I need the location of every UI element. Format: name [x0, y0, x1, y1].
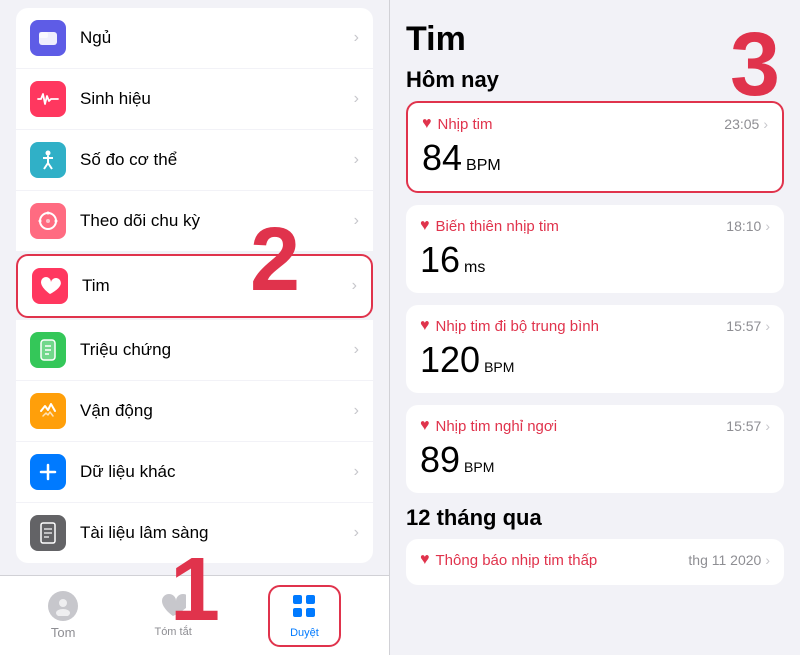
sleep-icon — [30, 20, 66, 56]
heart-tab-icon — [160, 594, 186, 624]
menu-item-tai-lieu[interactable]: Tài liệu lâm sàng › — [16, 503, 373, 563]
chevron-trieu-chung: › — [354, 341, 359, 359]
menu-item-so-do[interactable]: Số đo cơ thể › — [16, 130, 373, 191]
vitals-icon — [30, 81, 66, 117]
chevron-thong-bao: › — [765, 552, 770, 568]
chevron-nhip-tim-nghi: › — [765, 418, 770, 434]
card-nhip-tim-nghi[interactable]: ♥ Nhịp tim nghỉ ngơi 15:57 › 89BPM — [406, 405, 784, 493]
menu-label-ngu: Ngủ — [80, 28, 354, 48]
tab-label-tomtat: Tóm tắt — [154, 626, 191, 638]
tab-item-tom[interactable]: Tom — [48, 591, 78, 640]
card-title-bien-thien: Biến thiên nhịp tim — [436, 218, 559, 235]
card-bien-thien[interactable]: ♥ Biến thiên nhịp tim 18:10 › 16ms — [406, 205, 784, 293]
card-header-thong-bao: ♥ Thông báo nhịp tim thấp thg 11 2020 › — [420, 551, 770, 569]
menu-item-trieu-chung[interactable]: Triệu chứng › — [16, 320, 373, 381]
card-header-bien-thien: ♥ Biến thiên nhịp tim 18:10 › — [420, 217, 770, 235]
tab-bar: Tom Tóm tắt Duyệt — [0, 575, 389, 655]
chevron-theo-doi: › — [354, 212, 359, 230]
card-unit-bien-thien: ms — [464, 259, 485, 276]
heart-icon-nhip-tim-di-bo: ♥ — [420, 317, 430, 335]
card-title-thong-bao: Thông báo nhịp tim thấp — [436, 552, 598, 569]
card-time-bien-thien: 18:10 — [726, 218, 761, 234]
card-time-thong-bao: thg 11 2020 — [688, 552, 761, 568]
card-unit-nhip-tim: BPM — [466, 157, 501, 174]
chevron-tai-lieu: › — [354, 524, 359, 542]
tab-item-tomtat[interactable]: Tóm tắt — [134, 588, 211, 644]
card-thong-bao[interactable]: ♥ Thông báo nhịp tim thấp thg 11 2020 › — [406, 539, 784, 585]
chevron-ngu: › — [354, 29, 359, 47]
docs-icon — [30, 515, 66, 551]
body-icon — [30, 142, 66, 178]
card-title-nhip-tim: Nhịp tim — [438, 116, 493, 133]
menu-label-tim: Tim — [82, 276, 352, 296]
menu-item-du-lieu[interactable]: Dữ liệu khác › — [16, 442, 373, 503]
chevron-du-lieu: › — [354, 463, 359, 481]
card-header-nhip-tim-nghi: ♥ Nhịp tim nghỉ ngơi 15:57 › — [420, 417, 770, 435]
card-value-bien-thien: 16ms — [420, 239, 770, 281]
activity-icon — [30, 393, 66, 429]
menu-label-so-do: Số đo cơ thể — [80, 150, 354, 170]
tab-item-duyet[interactable]: Duyệt — [268, 585, 341, 647]
card-unit-nhip-tim-nghi: BPM — [464, 459, 494, 475]
menu-label-theo-doi: Theo dõi chu kỳ — [80, 211, 354, 231]
card-nhip-tim[interactable]: ♥ Nhịp tim 23:05 › 84BPM — [406, 101, 784, 193]
menu-group-main: Ngủ › Sinh hiệu › — [0, 8, 389, 563]
tab-label-duyet: Duyệt — [290, 627, 319, 639]
chevron-van-dong: › — [354, 402, 359, 420]
section-today: Hôm nay — [406, 67, 784, 93]
card-title-row-nhip-tim: ♥ Nhịp tim — [422, 115, 493, 133]
card-title-row-nhip-tim-di-bo: ♥ Nhịp tim đi bộ trung bình — [420, 317, 599, 335]
tom-label: Tom — [51, 625, 76, 640]
menu-label-tai-lieu: Tài liệu lâm sàng — [80, 523, 354, 543]
heart-icon-bien-thien: ♥ — [420, 217, 430, 235]
menu-label-trieu-chung: Triệu chứng — [80, 340, 354, 360]
card-unit-nhip-tim-di-bo: BPM — [484, 359, 514, 375]
menu-item-tim[interactable]: Tim › — [16, 254, 373, 318]
menu-item-sinh-hieu[interactable]: Sinh hiệu › — [16, 69, 373, 130]
grid-tab-icon — [291, 593, 317, 625]
chevron-bien-thien: › — [765, 218, 770, 234]
symptoms-icon — [30, 332, 66, 368]
menu-label-sinh-hieu: Sinh hiệu — [80, 89, 354, 109]
card-time-nhip-tim-di-bo: 15:57 — [726, 318, 761, 334]
menu-item-ngu[interactable]: Ngủ › — [16, 8, 373, 69]
card-header-nhip-tim: ♥ Nhịp tim 23:05 › — [422, 115, 768, 133]
chevron-so-do: › — [354, 151, 359, 169]
heart-icon-nhip-tim-nghi: ♥ — [420, 417, 430, 435]
left-panel: Ngủ › Sinh hiệu › — [0, 0, 390, 655]
menu-item-van-dong[interactable]: Vận động › — [16, 381, 373, 442]
heart-icon-nhip-tim: ♥ — [422, 115, 432, 133]
card-time-nhip-tim-nghi: 15:57 — [726, 418, 761, 434]
right-panel: 3 Tim Hôm nay ♥ Nhịp tim 23:05 › 84BPM ♥… — [390, 0, 800, 655]
card-header-nhip-tim-di-bo: ♥ Nhịp tim đi bộ trung bình 15:57 › — [420, 317, 770, 335]
page-title: Tim — [406, 20, 784, 59]
chevron-sinh-hieu: › — [354, 90, 359, 108]
menu-item-theo-doi[interactable]: Theo dõi chu kỳ › — [16, 191, 373, 252]
menu-label-du-lieu: Dữ liệu khác — [80, 462, 354, 482]
card-title-row-nhip-tim-nghi: ♥ Nhịp tim nghỉ ngơi — [420, 417, 557, 435]
other-data-icon — [30, 454, 66, 490]
heart-icon-thong-bao: ♥ — [420, 551, 430, 569]
card-title-nhip-tim-nghi: Nhịp tim nghỉ ngơi — [436, 418, 558, 435]
card-value-nhip-tim: 84BPM — [422, 137, 768, 179]
avatar — [48, 591, 78, 621]
menu-list: Ngủ › Sinh hiệu › — [0, 0, 389, 575]
chevron-nhip-tim-di-bo: › — [765, 318, 770, 334]
card-value-nhip-tim-nghi: 89BPM — [420, 439, 770, 481]
card-time-nhip-tim: 23:05 — [724, 116, 759, 132]
chevron-nhip-tim: › — [763, 116, 768, 132]
menu-label-van-dong: Vận động — [80, 401, 354, 421]
card-title-nhip-tim-di-bo: Nhịp tim đi bộ trung bình — [436, 318, 599, 335]
card-title-row-thong-bao: ♥ Thông báo nhịp tim thấp — [420, 551, 597, 569]
cycle-icon — [30, 203, 66, 239]
card-title-row-bien-thien: ♥ Biến thiên nhịp tim — [420, 217, 559, 235]
card-value-nhip-tim-di-bo: 120BPM — [420, 339, 770, 381]
chevron-tim: › — [352, 277, 357, 295]
card-nhip-tim-di-bo[interactable]: ♥ Nhịp tim đi bộ trung bình 15:57 › 120B… — [406, 305, 784, 393]
heart-icon — [32, 268, 68, 304]
section-12-months: 12 tháng qua — [406, 505, 784, 531]
